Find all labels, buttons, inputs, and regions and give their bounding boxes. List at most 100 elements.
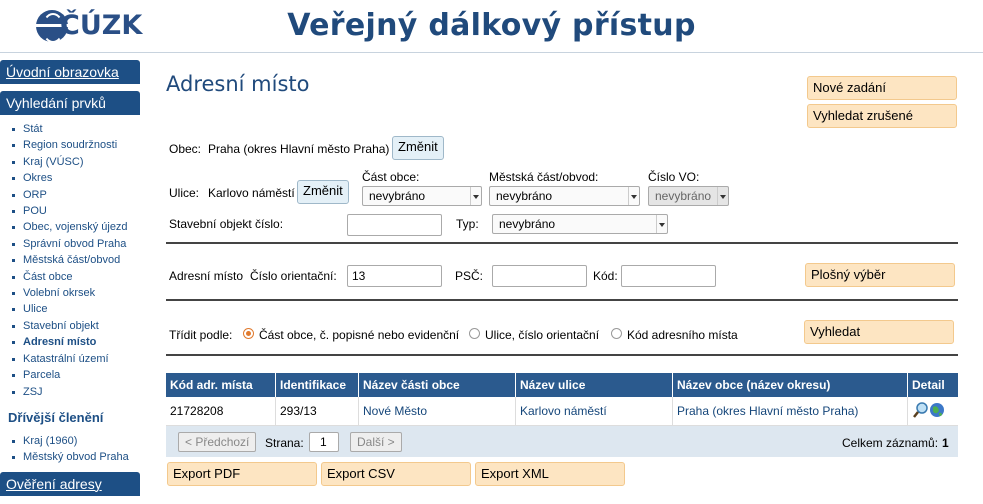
sidebar-item-adresni-misto[interactable]: Adresní místo	[10, 334, 150, 350]
divider	[166, 242, 958, 244]
kod-input[interactable]	[621, 265, 716, 287]
change-obec-button[interactable]: Změnit	[392, 136, 444, 160]
sidebar-item-kraj-1960[interactable]: Kraj (1960)	[10, 433, 150, 449]
sidebar-search-list: Stát Region soudržnosti Kraj (VÚSC) Okre…	[0, 115, 150, 404]
cell-obec: Praha (okres Hlavní město Praha)	[673, 397, 908, 425]
mestska-cast-select[interactable]: nevybráno	[489, 186, 640, 206]
sidebar-item-parcela[interactable]: Parcela	[10, 367, 150, 383]
cislo-orientacni-label: Číslo orientační:	[250, 269, 337, 283]
cislo-orientacni-input[interactable]: 13	[347, 265, 442, 287]
table-row: 21728208 293/13 Nové Město Karlovo náměs…	[166, 397, 958, 426]
col-identifikace[interactable]: Identifikace	[276, 373, 359, 397]
export-xml-button[interactable]: Export XML	[475, 462, 625, 486]
sidebar-item-region[interactable]: Region soudržnosti	[10, 137, 150, 153]
sidebar-previous-list: Kraj (1960) Městský obvod Praha	[0, 427, 150, 470]
export-csv-button[interactable]: Export CSV	[321, 462, 471, 486]
sidebar: Úvodní obrazovka Vyhledání prvků Stát Re…	[0, 60, 150, 504]
previous-page-button[interactable]: < Předchozí	[178, 432, 257, 452]
sidebar-item-mestska-cast[interactable]: Městská část/obvod	[10, 252, 150, 268]
total-records-value: 1	[942, 436, 949, 450]
col-cast-obce[interactable]: Název části obce	[359, 373, 516, 397]
cell-ulice: Karlovo náměstí	[516, 397, 673, 425]
obec-link[interactable]: Praha (okres Hlavní město Praha)	[677, 404, 858, 418]
stavebni-objekt-input[interactable]	[347, 214, 442, 236]
new-entry-button[interactable]: Nové zadání	[807, 76, 957, 100]
sort-option-ulice[interactable]: Ulice, číslo orientační	[469, 324, 609, 344]
cell-cast-obce: Nové Město	[359, 397, 516, 425]
cell-detail	[908, 397, 958, 425]
sidebar-item-volebni-okrsek[interactable]: Volební okrsek	[10, 285, 150, 301]
cell-identifikace: 293/13	[276, 397, 359, 425]
stavebni-objekt-label: Stavební objekt číslo:	[169, 217, 284, 231]
header: ČÚZK Veřejný dálkový přístup	[0, 0, 983, 53]
page-title: Adresní místo	[166, 72, 310, 96]
chevron-down-icon	[470, 187, 481, 205]
cast-obce-select[interactable]: nevybráno	[362, 186, 482, 206]
sidebar-item-orp[interactable]: ORP	[10, 187, 150, 203]
page-input[interactable]: 1	[309, 432, 339, 452]
area-select-button[interactable]: Plošný výběr	[805, 263, 955, 287]
search-button[interactable]: Vyhledat	[804, 320, 954, 344]
typ-label: Typ:	[456, 217, 479, 231]
sidebar-search-heading: Vyhledání prvků	[0, 91, 140, 115]
sidebar-item-ulice[interactable]: Ulice	[10, 301, 150, 317]
col-detail: Detail	[912, 378, 945, 392]
sidebar-item-okres[interactable]: Okres	[10, 170, 150, 186]
sidebar-item-spravni-obvod[interactable]: Správní obvod Praha	[10, 236, 150, 252]
sidebar-verify-address-link[interactable]: Ověření adresy	[0, 471, 140, 496]
page-label: Strana:	[265, 436, 304, 450]
chevron-down-icon	[628, 187, 639, 205]
psc-label: PSČ:	[455, 269, 484, 283]
obec-label: Obec:	[169, 142, 202, 156]
cislo-vo-label: Číslo VO:	[648, 170, 700, 184]
ulice-label: Ulice:	[169, 186, 200, 200]
sort-option-cast-obce[interactable]: Část obce, č. popisné nebo evidenční	[243, 324, 463, 344]
sidebar-item-cast-obce[interactable]: Část obce	[10, 269, 150, 285]
cast-obce-label: Část obce:	[362, 170, 420, 184]
sidebar-item-stat[interactable]: Stát	[10, 121, 150, 137]
sidebar-item-zsj[interactable]: ZSJ	[10, 384, 150, 400]
psc-input[interactable]	[492, 265, 587, 287]
sidebar-item-katastralni-uzemi[interactable]: Katastrální území	[10, 351, 150, 367]
magnifier-icon[interactable]	[913, 402, 928, 418]
globe-icon[interactable]	[930, 403, 944, 417]
total-records-label: Celkem záznamů:	[842, 436, 939, 450]
change-ulice-button[interactable]: Změnit	[297, 180, 349, 204]
sort-label: Třídit podle:	[169, 328, 233, 342]
cell-kod: 21728208	[166, 397, 276, 425]
detail-icons	[913, 402, 944, 418]
sidebar-item-obec[interactable]: Obec, vojenský újezd	[10, 219, 150, 235]
cislo-vo-select: nevybráno	[648, 186, 729, 206]
col-obec[interactable]: Název obce (název okresu)	[673, 373, 908, 397]
next-page-button[interactable]: Další >	[350, 432, 402, 452]
radio-unselected[interactable]	[469, 328, 480, 339]
search-cancelled-button[interactable]: Vyhledat zrušené	[807, 104, 957, 128]
mestska-cast-label: Městská část/obvod:	[489, 170, 599, 184]
main-content: Adresní místo Nové zadání Vyhledat zruše…	[166, 60, 966, 500]
col-kod[interactable]: Kód adr. místa	[166, 373, 276, 397]
kod-label: Kód:	[593, 269, 618, 283]
chevron-down-icon	[656, 215, 667, 233]
divider	[166, 354, 958, 356]
page-header-title: Veřejný dálkový přístup	[287, 8, 696, 43]
sidebar-item-mestsky-obvod[interactable]: Městský obvod Praha	[10, 449, 150, 465]
typ-select[interactable]: nevybráno	[492, 214, 668, 234]
ulice-value: Karlovo náměstí	[208, 186, 295, 200]
sidebar-item-kraj[interactable]: Kraj (VÚSC)	[10, 154, 150, 170]
ulice-link[interactable]: Karlovo náměstí	[520, 404, 607, 418]
chevron-down-icon	[717, 187, 728, 205]
adresni-misto-label: Adresní místo	[169, 269, 244, 283]
pagination-bar: < Předchozí Strana: 1 Další > Celkem záz…	[166, 426, 958, 457]
cast-obce-link[interactable]: Nové Město	[363, 404, 427, 418]
sidebar-home-link[interactable]: Úvodní obrazovka	[0, 60, 140, 84]
radio-selected[interactable]	[243, 328, 254, 339]
col-ulice[interactable]: Název ulice	[516, 373, 673, 397]
divider	[166, 299, 958, 301]
sidebar-item-stavebni-objekt[interactable]: Stavební objekt	[10, 318, 150, 334]
radio-unselected[interactable]	[611, 328, 622, 339]
export-pdf-button[interactable]: Export PDF	[167, 462, 317, 486]
sort-option-kod[interactable]: Kód adresního místa	[611, 324, 761, 344]
sidebar-item-pou[interactable]: POU	[10, 203, 150, 219]
table-header: Kód adr. místa Identifikace Název části …	[166, 373, 958, 397]
obec-value: Praha (okres Hlavní město Praha)	[208, 142, 390, 156]
